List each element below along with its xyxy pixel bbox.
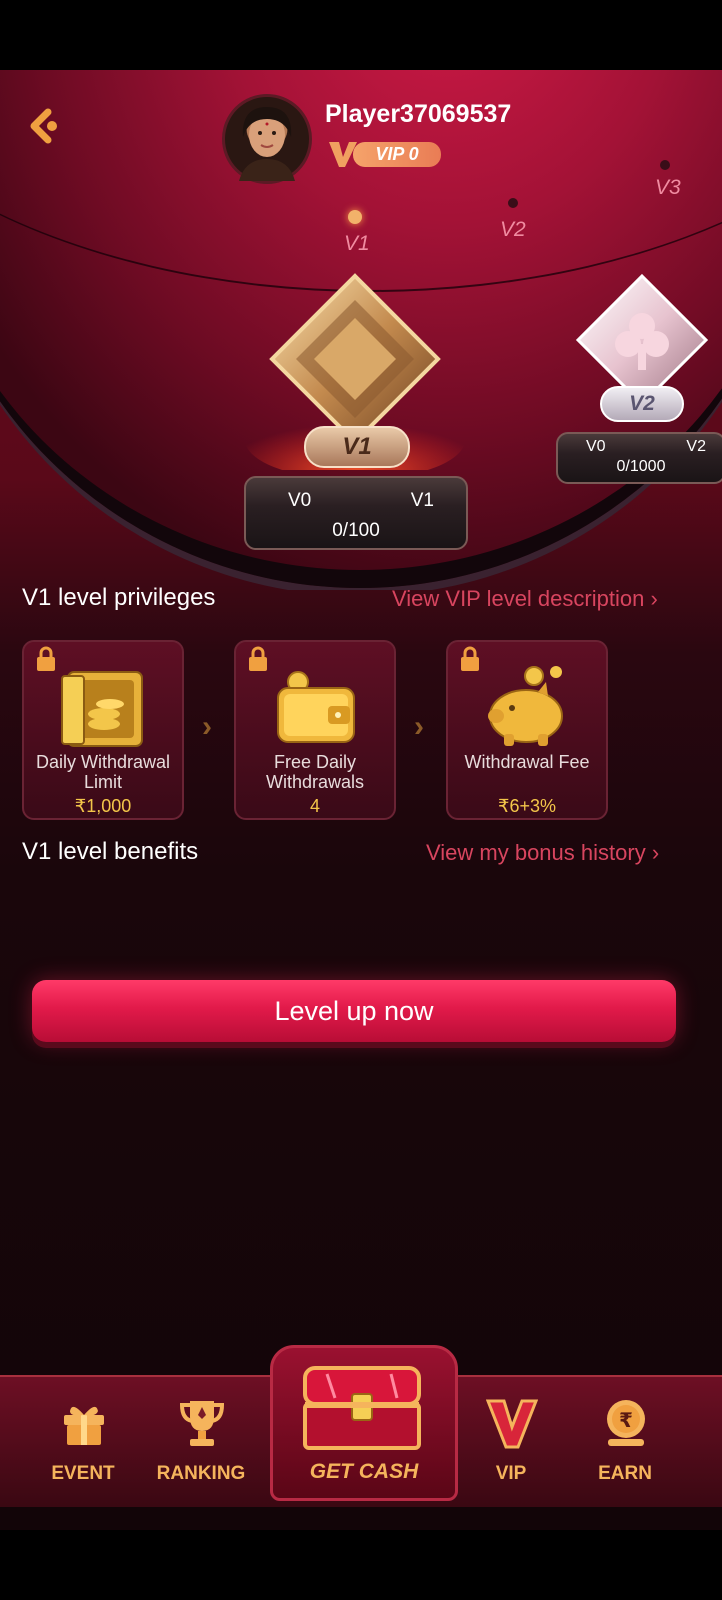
privilege-card-withdrawal-fee[interactable]: Withdrawal Fee ₹6+3% bbox=[446, 640, 608, 820]
nav-vip[interactable]: VIP bbox=[456, 1397, 566, 1497]
lock-icon bbox=[461, 646, 479, 671]
privilege-card-free-withdrawals[interactable]: Free Daily Withdrawals 4 bbox=[234, 640, 396, 820]
bonus-history-link[interactable]: View my bonus history › bbox=[426, 840, 659, 866]
nav-earn[interactable]: ₹ EARN bbox=[570, 1397, 680, 1497]
nav-get-cash-label: GET CASH bbox=[309, 1460, 419, 1483]
vip-screen: Player37069537 VIP 0 V1 V2 V3 V1 V0 V1 0… bbox=[0, 70, 722, 1530]
treasure-chest-icon bbox=[303, 1366, 421, 1450]
chevron-right-icon: › bbox=[202, 710, 212, 743]
privilege-value-withdrawal-limit: ₹1,000 bbox=[74, 796, 132, 816]
nav-event-label: EVENT bbox=[51, 1463, 115, 1484]
wallet-icon bbox=[277, 671, 355, 743]
nav-get-cash[interactable]: GET CASH bbox=[270, 1345, 458, 1501]
chevron-left-icon bbox=[30, 108, 57, 144]
safe-icon bbox=[61, 671, 143, 747]
progress-from-v2: V0 bbox=[586, 438, 606, 455]
nav-vip-label: VIP bbox=[495, 1463, 527, 1484]
progress-to-v2: V2 bbox=[686, 438, 706, 455]
level-label-v2: V2 bbox=[500, 218, 526, 241]
back-button[interactable] bbox=[26, 106, 66, 146]
plate-v2: V2 bbox=[600, 386, 684, 422]
level-marker-v3 bbox=[660, 160, 670, 170]
plate-v1: V1 bbox=[304, 426, 410, 468]
privilege-label-free-withdrawals: Free Daily Withdrawals bbox=[265, 752, 365, 792]
hero-banner: Player37069537 VIP 0 V1 V2 V3 V1 V0 V1 0… bbox=[0, 70, 722, 590]
vip-v-logo-icon bbox=[486, 1399, 538, 1449]
avatar-portrait-icon bbox=[239, 107, 295, 181]
level-label-v3: V3 bbox=[655, 176, 681, 199]
level-marker-v1 bbox=[348, 210, 362, 224]
benefits-title: V1 level benefits bbox=[22, 838, 199, 865]
chevron-right-icon: › bbox=[414, 710, 424, 743]
rupee-coin-icon: ₹ bbox=[607, 1400, 645, 1446]
vip-level-pill: VIP 0 bbox=[353, 142, 441, 167]
bonus-history-link-label: View my bonus history bbox=[426, 840, 646, 865]
chevron-right-icon: › bbox=[651, 840, 660, 865]
avatar[interactable] bbox=[222, 94, 312, 184]
player-name: Player37069537 bbox=[325, 100, 512, 128]
pedestal-v2: V0 V2 0/1000 bbox=[556, 432, 722, 484]
vip-description-link-label: View VIP level description bbox=[392, 586, 645, 611]
nav-ranking[interactable]: RANKING bbox=[146, 1397, 256, 1497]
level-label-v1: V1 bbox=[344, 232, 370, 255]
nav-ranking-label: RANKING bbox=[156, 1463, 246, 1484]
privilege-label-withdrawal-fee: Withdrawal Fee bbox=[464, 752, 590, 772]
svg-text:₹: ₹ bbox=[619, 1408, 633, 1432]
lock-icon bbox=[249, 646, 267, 671]
level-marker-v2 bbox=[508, 198, 518, 208]
nav-earn-label: EARN bbox=[598, 1463, 652, 1484]
level-up-button[interactable]: Level up now bbox=[32, 980, 676, 1042]
nav-event[interactable]: EVENT bbox=[28, 1397, 138, 1497]
privilege-card-withdrawal-limit[interactable]: Daily Withdrawal Limit ₹1,000 bbox=[22, 640, 184, 820]
pedestal-v1: V0 V1 0/100 bbox=[244, 476, 468, 550]
chevron-right-icon: › bbox=[650, 586, 658, 611]
trophy-cup-icon bbox=[179, 1401, 225, 1446]
privilege-value-withdrawal-fee: ₹6+3% bbox=[498, 796, 556, 816]
privilege-value-free-withdrawals: 4 bbox=[309, 796, 320, 816]
piggy-bank-icon bbox=[488, 666, 563, 746]
lock-icon bbox=[37, 646, 55, 671]
progress-count-v2: 0/1000 bbox=[616, 458, 666, 475]
vip-description-link[interactable]: View VIP level description › bbox=[392, 586, 658, 612]
privileges-title: V1 level privileges bbox=[22, 584, 216, 611]
privilege-label-withdrawal-limit: Daily Withdrawal Limit bbox=[35, 752, 171, 792]
progress-count-v1: 0/100 bbox=[332, 520, 380, 541]
gift-icon bbox=[64, 1406, 104, 1445]
vip-badge: VIP 0 bbox=[327, 139, 443, 169]
